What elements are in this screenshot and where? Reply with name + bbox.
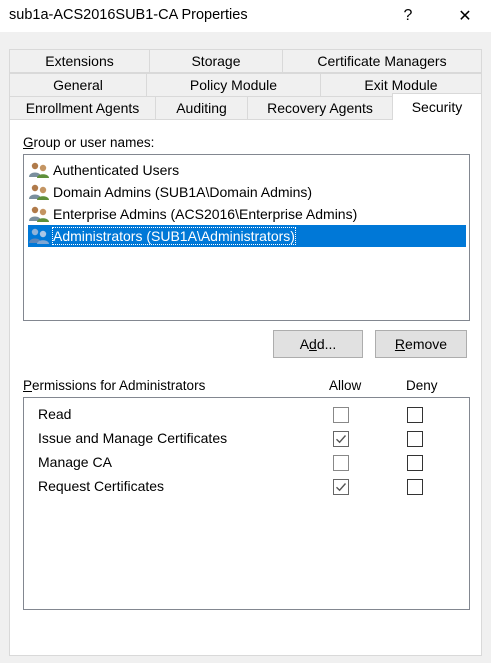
tab-recovery-agents[interactable]: Recovery Agents	[247, 96, 393, 120]
tab-label: Storage	[191, 53, 241, 69]
remove-button[interactable]: Remove	[375, 330, 467, 358]
tab-label: Exit Module	[364, 77, 438, 93]
list-item[interactable]: Authenticated Users	[28, 159, 183, 181]
allow-checkbox[interactable]	[333, 455, 349, 471]
deny-checkbox[interactable]	[407, 455, 423, 471]
tab-enrollment-agents[interactable]: Enrollment Agents	[9, 96, 156, 120]
deny-checkbox[interactable]	[407, 407, 423, 423]
list-item[interactable]: Enterprise Admins (ACS2016\Enterprise Ad…	[28, 203, 361, 225]
button-text: A	[299, 336, 310, 352]
label-text: ermissions for Administrators	[32, 378, 206, 393]
group-or-user-names-label: Group or user names:	[23, 135, 154, 150]
tab-general[interactable]: General	[9, 73, 147, 97]
tab-storage[interactable]: Storage	[149, 49, 283, 73]
list-item-label: Enterprise Admins (ACS2016\Enterprise Ad…	[53, 206, 358, 222]
deny-checkbox[interactable]	[407, 431, 423, 447]
permission-name: Request Certificates	[38, 478, 165, 494]
permission-name: Read	[38, 406, 72, 422]
add-button[interactable]: Ad d...	[273, 330, 363, 358]
list-item[interactable]: Domain Admins (SUB1A\Domain Admins)	[28, 181, 316, 203]
access-key: R	[394, 336, 406, 352]
permission-row: Read	[24, 403, 469, 427]
tab-label: General	[53, 77, 103, 93]
permission-name: Issue and Manage Certificates	[38, 430, 228, 446]
button-text: d...	[316, 336, 337, 352]
deny-checkbox[interactable]	[407, 479, 423, 495]
tab-policy-module[interactable]: Policy Module	[146, 73, 321, 97]
list-item-label: Authenticated Users	[53, 162, 180, 178]
help-button[interactable]: ?	[385, 0, 431, 32]
list-item-label: Domain Admins (SUB1A\Domain Admins)	[53, 184, 313, 200]
permission-row: Issue and Manage Certificates	[24, 427, 469, 451]
tab-label: Security	[411, 99, 463, 115]
users-icon	[29, 184, 49, 200]
tab-extensions[interactable]: Extensions	[9, 49, 150, 73]
permissions-label: Permissions for Administrators	[23, 378, 205, 393]
allow-checkbox[interactable]	[333, 431, 349, 447]
group-user-listbox[interactable]: Authenticated Users Domain Admins (SUB1A…	[23, 154, 470, 321]
access-key: G	[23, 135, 34, 150]
allow-checkbox[interactable]	[333, 479, 349, 495]
permission-name: Manage CA	[38, 454, 112, 470]
access-key: d	[309, 336, 317, 352]
close-button[interactable]: ✕	[442, 0, 488, 32]
deny-column-header: Deny	[406, 378, 438, 393]
allow-checkbox[interactable]	[333, 407, 349, 423]
allow-column-header: Allow	[329, 378, 362, 393]
tab-label: Recovery Agents	[267, 100, 373, 116]
list-item-selected[interactable]: Administrators (SUB1A\Administrators)	[28, 225, 466, 247]
users-icon	[29, 228, 49, 244]
checkmark-icon	[336, 435, 347, 444]
permissions-list[interactable]: Read Issue and Manage Certificates Manag…	[23, 397, 470, 610]
button-text: emove	[405, 336, 448, 352]
access-key: P	[23, 378, 33, 393]
tab-label: Policy Module	[189, 77, 278, 93]
list-item-label: Administrators (SUB1A\Administrators)	[52, 227, 296, 245]
checkmark-icon	[336, 483, 347, 492]
permission-row: Manage CA	[24, 451, 469, 475]
tab-label: Certificate Managers	[317, 53, 447, 69]
title-bar: sub1a-ACS2016SUB1-CA Properties ? ✕	[0, 0, 491, 32]
tab-certificate-managers[interactable]: Certificate Managers	[282, 49, 482, 73]
tab-label: Enrollment Agents	[25, 100, 140, 116]
tab-auditing[interactable]: Auditing	[155, 96, 248, 120]
users-icon	[29, 206, 49, 222]
users-icon	[29, 162, 49, 178]
tab-label: Auditing	[176, 100, 227, 116]
tab-label: Extensions	[45, 53, 114, 69]
permission-row: Request Certificates	[24, 475, 469, 499]
window-title: sub1a-ACS2016SUB1-CA Properties	[9, 7, 248, 23]
label-text: roup or user names:	[33, 135, 155, 150]
tab-security[interactable]: Security	[392, 93, 482, 120]
